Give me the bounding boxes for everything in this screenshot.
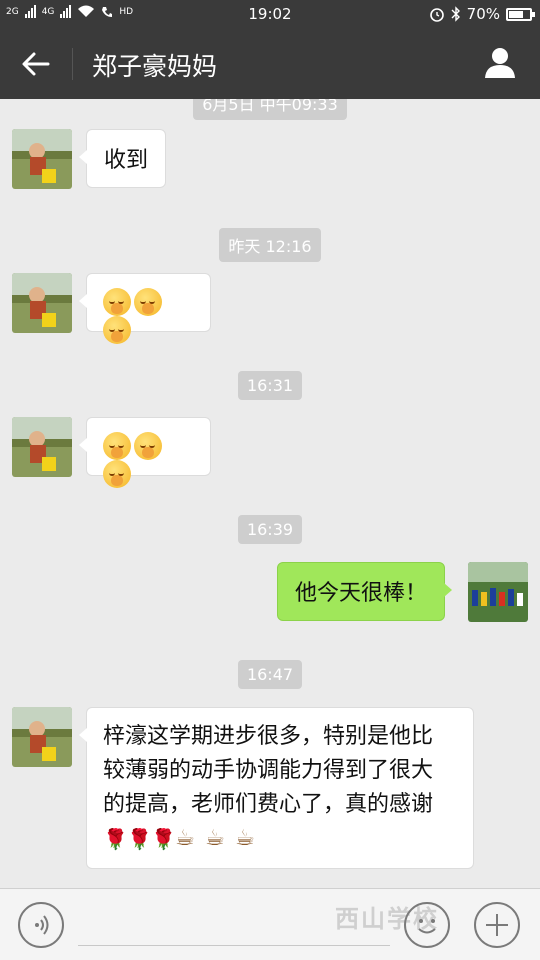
message-bubble-outgoing[interactable]: 他今天很棒！ xyxy=(277,562,453,621)
timestamp: 16:39 xyxy=(0,515,540,544)
chat-title: 郑子豪妈妈 xyxy=(92,52,218,81)
timestamp: 16:31 xyxy=(0,371,540,400)
child-photo xyxy=(12,417,72,477)
message-text: 收到 xyxy=(104,148,149,173)
avatar[interactable] xyxy=(12,417,72,477)
rose-emoji-icon: 🌹 xyxy=(151,827,176,851)
avatar[interactable] xyxy=(12,129,72,189)
avatar[interactable] xyxy=(12,707,72,767)
timestamp: 16:47 xyxy=(0,660,540,689)
voice-icon xyxy=(35,915,49,935)
message-bubble-incoming[interactable] xyxy=(79,273,211,344)
text-input[interactable] xyxy=(78,945,390,946)
smiley-icon xyxy=(418,919,436,934)
message-text-line: 的提高，老师们费心了，真的感谢 xyxy=(103,792,434,817)
hands-over-face-emoji-icon xyxy=(103,460,131,488)
more-options-button[interactable] xyxy=(474,902,520,948)
battery-icon xyxy=(506,7,535,21)
timestamp: 昨天 12:16 xyxy=(0,228,540,262)
status-bar: 2G 4G HD 19:02 70% xyxy=(0,0,540,28)
bluetooth-icon xyxy=(451,6,460,22)
message-text: 他今天很棒！ xyxy=(295,581,428,606)
message-text-line: 梓濠这学期进步很多，特别是他比 xyxy=(103,724,434,749)
timestamp: 6月5日 中午09:33 xyxy=(0,99,540,120)
message-bubble-incoming[interactable]: 收到 xyxy=(78,129,167,188)
chat-header: 郑子豪妈妈 xyxy=(0,28,540,99)
battery-fill xyxy=(509,10,523,18)
rose-emoji-icon: 🌹 xyxy=(103,827,128,851)
status-right: 70% xyxy=(429,5,535,23)
voice-input-button[interactable] xyxy=(18,902,64,948)
back-arrow-icon[interactable] xyxy=(18,46,54,82)
message-bubble-incoming[interactable]: 梓濠这学期进步很多，特别是他比 较薄弱的动手协调能力得到了很大 的提高，老师们费… xyxy=(79,707,474,869)
message-bubble-incoming[interactable] xyxy=(79,417,211,488)
hands-over-face-emoji-icon xyxy=(134,288,162,316)
hands-over-face-emoji-icon xyxy=(103,288,131,316)
my-avatar[interactable] xyxy=(468,562,528,622)
coffee-emoji-icon: ☕ xyxy=(235,826,255,851)
emoji-row: 🌹🌹🌹☕ ☕ ☕ xyxy=(103,822,457,856)
message-text-line: 较薄弱的动手协调能力得到了很大 xyxy=(103,758,434,783)
rose-emoji-icon: 🌹 xyxy=(127,827,152,851)
group-photo xyxy=(468,562,528,622)
chat-messages[interactable]: 6月5日 中午09:33 收到 昨天 12:16 16:31 16:39 他今天… xyxy=(0,99,540,888)
child-photo xyxy=(12,129,72,189)
child-photo xyxy=(12,707,72,767)
emoji-button[interactable] xyxy=(404,902,450,948)
hands-over-face-emoji-icon xyxy=(103,432,131,460)
input-bar: 西山学校 xyxy=(0,888,540,960)
hands-over-face-emoji-icon xyxy=(134,432,162,460)
battery-percent: 70% xyxy=(466,5,500,23)
coffee-emoji-icon: ☕ xyxy=(205,826,225,851)
plus-icon xyxy=(486,914,508,936)
coffee-emoji-icon: ☕ xyxy=(175,826,195,851)
alarm-icon xyxy=(429,8,444,22)
header-divider xyxy=(72,48,73,80)
avatar[interactable] xyxy=(12,273,72,333)
child-photo xyxy=(12,273,72,333)
contact-profile-icon[interactable] xyxy=(482,44,518,80)
hands-over-face-emoji-icon xyxy=(103,316,131,344)
